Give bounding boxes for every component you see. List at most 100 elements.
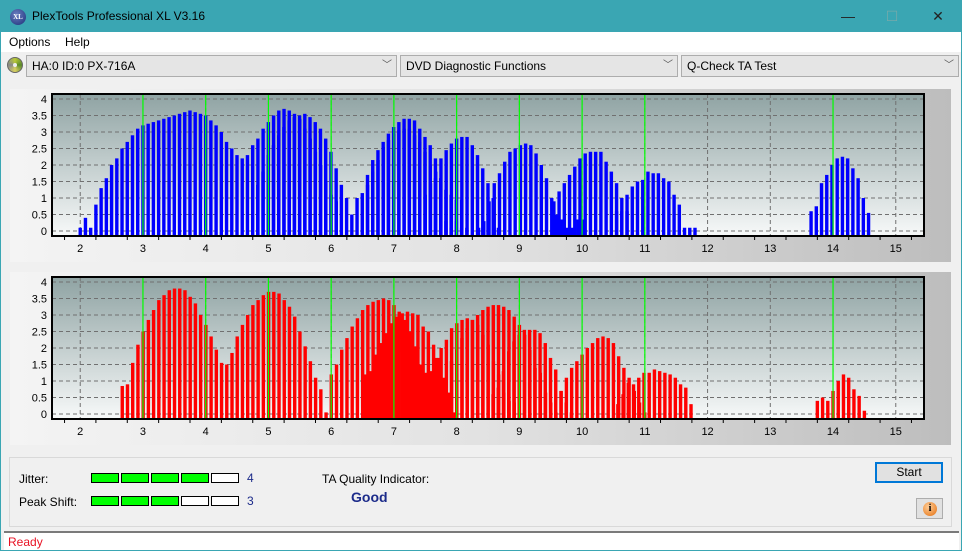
x-tick-label: 7 [391, 426, 397, 438]
bar [308, 361, 313, 419]
bar [162, 118, 166, 236]
bar [209, 120, 213, 236]
bar [355, 198, 359, 236]
bar [508, 151, 512, 236]
bar [240, 158, 244, 236]
bar [548, 357, 553, 419]
drive-select[interactable]: HA:0 ID:0 PX-716A ﹀ [26, 55, 397, 77]
y-tick-label: 0.5 [32, 393, 47, 405]
bar [386, 140, 391, 236]
close-button[interactable]: ✕ [915, 1, 961, 32]
bar [334, 364, 339, 419]
bar [656, 173, 661, 236]
bar [825, 174, 829, 236]
bar [183, 290, 187, 419]
chevron-down-icon: ﹀ [663, 60, 673, 71]
bar [188, 110, 192, 236]
x-tick-label: 9 [516, 243, 522, 255]
x-tick-label: 6 [328, 243, 334, 255]
x-tick-label: 11 [639, 243, 650, 255]
y-tick-label: 3 [41, 127, 47, 139]
bar [506, 351, 511, 419]
minimize-button[interactable]: — [825, 1, 871, 32]
bar [293, 316, 297, 419]
window-title: PlexTools Professional XL V3.16 [32, 9, 205, 23]
bar [503, 161, 507, 236]
bar [611, 343, 616, 419]
bar [384, 333, 389, 419]
bar [363, 374, 368, 419]
bar [276, 135, 281, 236]
maximize-button[interactable]: ☐ [869, 1, 915, 32]
menu-bar: Options Help [1, 32, 961, 52]
bar [214, 125, 218, 236]
bar [856, 178, 860, 236]
bar [156, 120, 161, 236]
test-select[interactable]: Q-Check TA Test ﹀ [681, 55, 959, 77]
bar [460, 136, 464, 236]
chevron-down-icon: ﹀ [382, 60, 392, 71]
bar [177, 113, 182, 236]
bar [214, 349, 219, 419]
meter-segment [121, 473, 149, 483]
info-button[interactable]: i [916, 498, 943, 519]
bar [308, 117, 312, 236]
bar [198, 113, 203, 236]
bottom-chart: 0 0.5 1 1.5 2 2.5 3 3.5 4 2 3 4 5 6 7 8 9 10 11 12 13 14 15 [32, 276, 925, 438]
bar [625, 194, 629, 236]
meter-segment [121, 496, 149, 506]
bar [522, 329, 527, 419]
start-button[interactable]: Start [875, 462, 943, 483]
y-tick-label: 2.5 [32, 143, 47, 155]
function-select[interactable]: DVD Diagnostic Functions ﹀ [400, 55, 678, 77]
bar [482, 221, 486, 236]
bar [527, 329, 532, 419]
bar [371, 171, 375, 236]
bar [298, 331, 302, 419]
bar [460, 319, 464, 419]
bar [673, 377, 678, 419]
bar [668, 374, 672, 419]
menu-options[interactable]: Options [9, 35, 50, 49]
bar [439, 158, 443, 236]
bar [131, 362, 135, 419]
title-bar[interactable]: XL PlexTools Professional XL V3.16 — ☐ ✕ [1, 1, 961, 32]
bar [162, 295, 166, 419]
x-tick-label: 9 [516, 426, 522, 438]
bar [272, 291, 276, 419]
bar [614, 211, 619, 236]
bar [350, 214, 354, 236]
y-tick-label: 2.5 [32, 326, 47, 338]
bar [620, 211, 624, 236]
bar [590, 343, 595, 419]
menu-help[interactable]: Help [65, 35, 90, 49]
top-chart: 0 0.5 1 1.5 2 2.5 3 3.5 4 2 3 4 5 6 7 8 9 10 11 12 13 14 15 [32, 93, 925, 255]
bar [374, 354, 378, 419]
bar [334, 168, 338, 236]
bar [256, 300, 260, 419]
bar [78, 227, 82, 236]
bar [809, 211, 813, 236]
bar [360, 193, 364, 236]
bar [411, 313, 415, 419]
bar [418, 141, 422, 236]
bar [677, 204, 682, 236]
bar [578, 158, 582, 236]
x-tick-label: 14 [827, 243, 839, 255]
bar [428, 183, 433, 236]
bar [183, 112, 187, 236]
bar [230, 352, 234, 419]
bar [397, 130, 401, 236]
bar [861, 198, 866, 236]
bar [405, 311, 410, 419]
bar [631, 384, 636, 419]
bar [621, 394, 625, 419]
bar [444, 150, 448, 236]
bar [501, 371, 506, 419]
bar [423, 390, 428, 419]
function-select-value: DVD Diagnostic Functions [406, 59, 547, 73]
disc-drive-icon [7, 57, 23, 73]
ta-quality-value: Good [351, 489, 388, 505]
meter-segment [151, 473, 179, 483]
bar [814, 206, 819, 236]
